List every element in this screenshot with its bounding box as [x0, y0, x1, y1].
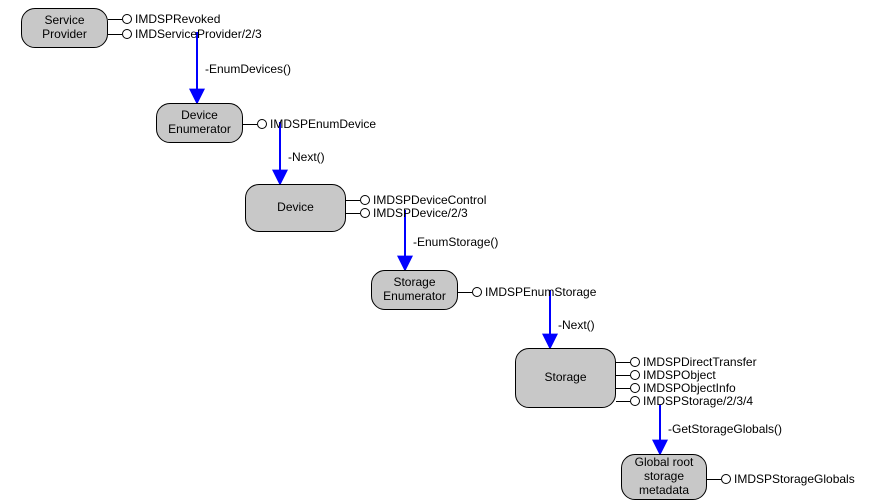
iface-object-info: IMDSPObjectInfo [616, 381, 736, 395]
iface-storage: IMDSPStorage/2/3/4 [616, 394, 753, 408]
node-label: StorageEnumerator [383, 276, 446, 304]
node-label: Global rootstoragemetadata [635, 456, 694, 497]
node-device: Device [245, 184, 346, 232]
iface-sp-revoked: IMDSPRevoked [108, 12, 220, 26]
iface-storage-globals: IMDSPStorageGlobals [707, 472, 855, 486]
iface-sp-provider: IMDServiceProvider/2/3 [108, 27, 262, 41]
iface-object: IMDSPObject [616, 368, 716, 382]
iface-label: IMDSPDevice/2/3 [373, 206, 468, 220]
node-device-enumerator: DeviceEnumerator [156, 103, 243, 143]
method-enum-storage: -EnumStorage() [413, 235, 498, 249]
iface-direct-transfer: IMDSPDirectTransfer [616, 355, 757, 369]
node-service-provider: ServiceProvider [21, 8, 108, 48]
iface-label: IMDSPEnumStorage [485, 285, 596, 299]
iface-enum-device: IMDSPEnumDevice [243, 117, 376, 131]
node-label: Device [277, 201, 314, 215]
method-get-storage-globals: -GetStorageGlobals() [668, 422, 782, 436]
node-storage-enumerator: StorageEnumerator [371, 270, 458, 310]
iface-label: IMDServiceProvider/2/3 [135, 27, 262, 41]
iface-label: IMDSPRevoked [135, 12, 220, 26]
iface-device: IMDSPDevice/2/3 [346, 206, 468, 220]
iface-label: IMDSPDirectTransfer [643, 355, 757, 369]
node-label: Storage [544, 371, 586, 385]
iface-label: IMDSPStorageGlobals [734, 472, 855, 486]
iface-label: IMDSPStorage/2/3/4 [643, 394, 753, 408]
method-enum-devices: -EnumDevices() [205, 62, 291, 76]
iface-enum-storage: IMDSPEnumStorage [458, 285, 596, 299]
iface-label: IMDSPDeviceControl [373, 193, 486, 207]
node-global-root: Global rootstoragemetadata [621, 454, 707, 500]
iface-label: IMDSPEnumDevice [270, 117, 376, 131]
iface-label: IMDSPObjectInfo [643, 381, 736, 395]
method-next-1: -Next() [288, 150, 325, 164]
iface-label: IMDSPObject [643, 368, 716, 382]
node-label: DeviceEnumerator [168, 109, 231, 137]
node-storage: Storage [515, 348, 616, 408]
diagram-canvas: ServiceProvider IMDSPRevoked IMDServiceP… [0, 0, 888, 504]
node-label: ServiceProvider [42, 14, 87, 42]
iface-device-control: IMDSPDeviceControl [346, 193, 486, 207]
method-next-2: -Next() [558, 318, 595, 332]
